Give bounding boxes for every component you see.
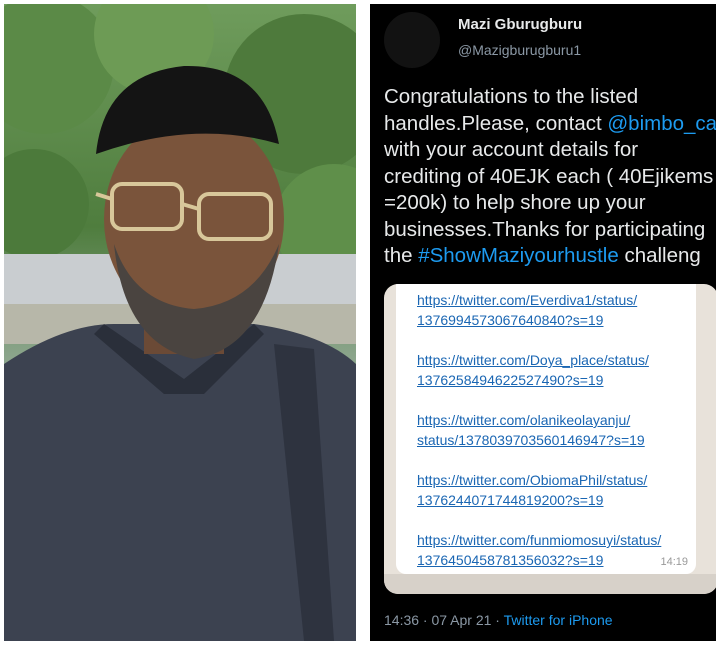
link-2-part-b[interactable]: 1376258494622527490?s=19 bbox=[417, 370, 603, 390]
message-bubble: https://twitter.com/Everdiva1/status/ 13… bbox=[396, 284, 696, 574]
tweet-line-3: with your account details for bbox=[384, 138, 639, 161]
avatar[interactable] bbox=[384, 12, 440, 68]
hashtag-link[interactable]: #ShowMaziyourhustle bbox=[418, 244, 619, 267]
tweet-card: Mazi Gburugburu @Mazigburugburu1 Congrat… bbox=[370, 4, 716, 641]
tweet-line-7: the #ShowMaziyourhustle challeng bbox=[384, 243, 716, 270]
tweet-line-2-text: handles.Please, contact bbox=[384, 111, 608, 135]
link-4-part-b[interactable]: 1376244071744819200?s=19 bbox=[417, 490, 603, 510]
embedded-image[interactable]: https://twitter.com/Everdiva1/status/ 13… bbox=[384, 284, 716, 594]
tweet-line-4: crediting of 40EJK each ( 40Ejikems bbox=[384, 164, 714, 188]
link-3-part-b[interactable]: status/1378039703560146947?s=19 bbox=[417, 430, 645, 450]
tweet-line-6: businesses.Thanks for participating bbox=[384, 217, 706, 241]
mention-link[interactable]: @bimbo_ca bbox=[607, 112, 716, 135]
link-3-part-a[interactable]: https://twitter.com/olanikeolayanju/ bbox=[417, 410, 630, 430]
link-5-part-b[interactable]: 1376450458781356032?s=19 bbox=[417, 550, 603, 570]
link-4-part-a[interactable]: https://twitter.com/ObiomaPhil/status/ bbox=[417, 470, 647, 490]
tweet-line-5: =200k) to help shore up your bbox=[384, 191, 646, 214]
tweet-timestamp[interactable]: 14:36 · 07 Apr 21 · bbox=[384, 612, 504, 628]
tweet-line-7-text: the bbox=[384, 244, 419, 267]
tweet-source[interactable]: Twitter for iPhone bbox=[504, 612, 613, 628]
link-5-part-a[interactable]: https://twitter.com/funmiomosuyi/status/ bbox=[417, 530, 661, 550]
portrait-illustration bbox=[4, 4, 356, 641]
link-2-part-a[interactable]: https://twitter.com/Doya_place/status/ bbox=[417, 350, 649, 370]
tweet-body: Congratulations to the listed handles.Pl… bbox=[384, 84, 716, 270]
tweet-line-1: Congratulations to the listed bbox=[384, 85, 639, 108]
display-name[interactable]: Mazi Gburugburu bbox=[458, 16, 582, 33]
user-handle[interactable]: @Mazigburugburu1 bbox=[458, 42, 581, 58]
portrait-photo bbox=[4, 4, 356, 641]
link-1-part-b[interactable]: 1376994573067640840?s=19 bbox=[417, 310, 603, 330]
message-timestamp: 14:19 bbox=[660, 556, 688, 568]
chat-input-bar bbox=[384, 574, 716, 594]
tweet-meta: 14:36 · 07 Apr 21 · Twitter for iPhone bbox=[384, 612, 613, 628]
tweet-line-7-tail: challeng bbox=[618, 244, 701, 267]
tweet-line-2: handles.Please, contact @bimbo_ca bbox=[384, 111, 716, 138]
link-1-part-a[interactable]: https://twitter.com/Everdiva1/status/ bbox=[417, 290, 637, 310]
